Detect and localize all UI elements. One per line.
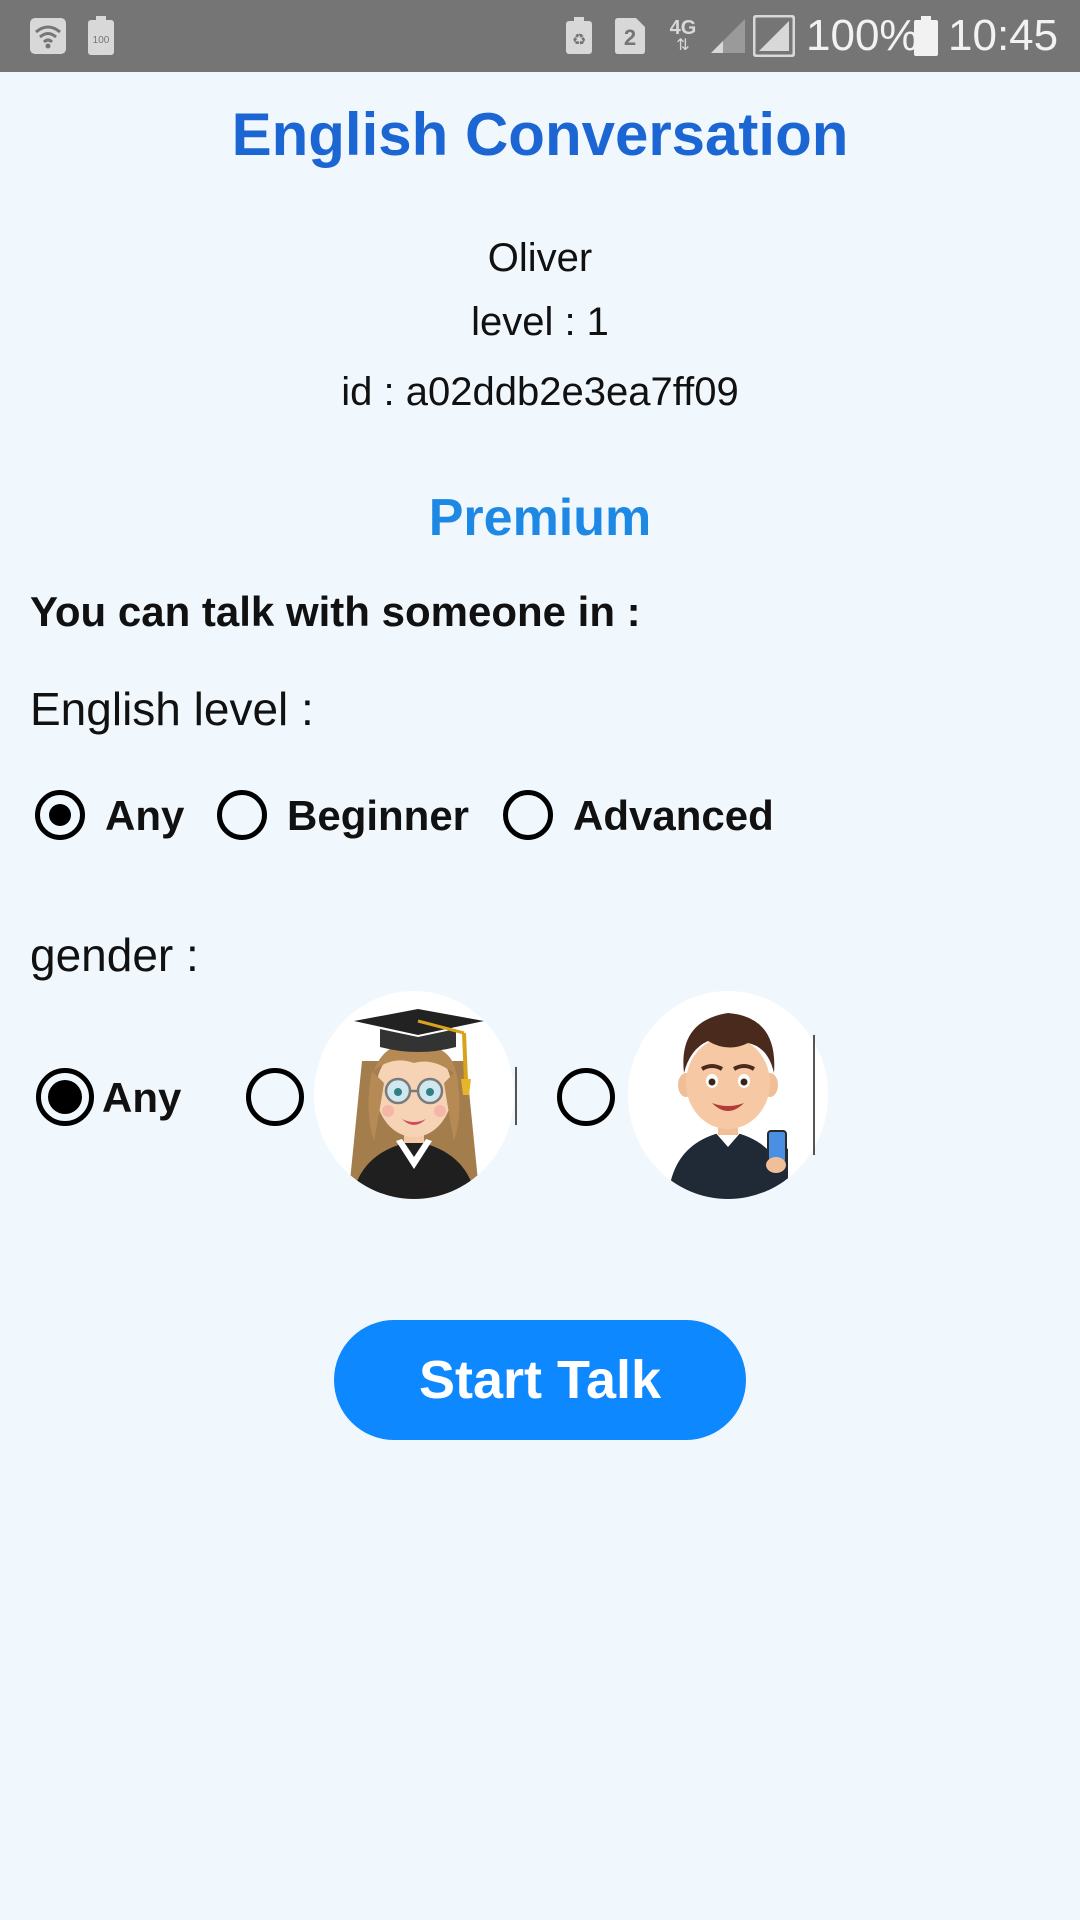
svg-text:♻: ♻ [572,30,586,49]
start-talk-button[interactable]: Start Talk [334,1320,746,1440]
english-level-label: English level : [30,683,314,735]
clock: 10:45 [948,11,1059,60]
gender-male-radio[interactable] [557,1068,615,1126]
app-title: English Conversation [231,101,849,168]
divider [515,1067,517,1125]
level-advanced-label[interactable]: Advanced [573,792,774,840]
signal-full-icon [752,0,796,72]
gender-label: gender : [30,929,199,981]
sim-2-icon: 2 [612,0,648,72]
svg-text:100: 100 [93,35,110,46]
level-any-label[interactable]: Any [105,792,184,840]
user-level: level : 1 [471,300,609,344]
user-name: Oliver [487,236,593,280]
signal-weak-icon [708,0,748,72]
level-beginner-label[interactable]: Beginner [287,792,469,840]
premium-label[interactable]: Premium [0,488,1080,548]
battery-icon [912,0,940,72]
female-avatar-image[interactable] [314,991,514,1199]
wifi-icon [26,0,70,72]
male-avatar-image[interactable] [628,991,828,1199]
gender-any-label[interactable]: Any [102,1074,181,1122]
gender-female-radio[interactable] [246,1068,304,1126]
status-bar: 100 ♻ 2 4G ⇅ 100% 10:45 [0,0,1080,72]
level-any-radio[interactable] [35,790,85,840]
network-4g-icon: 4G ⇅ [669,17,697,54]
gender-any-radio[interactable] [36,1068,94,1126]
svg-text:2: 2 [624,25,636,50]
battery-100-icon: 100 [86,0,116,72]
battery-percent: 100% [806,11,919,60]
talk-heading: You can talk with someone in : [30,588,641,635]
user-id: id : a02ddb2e3ea7ff09 [341,370,739,414]
level-beginner-radio[interactable] [217,790,267,840]
level-advanced-radio[interactable] [503,790,553,840]
recycle-icon: ♻ [564,0,594,72]
divider [813,1035,815,1155]
